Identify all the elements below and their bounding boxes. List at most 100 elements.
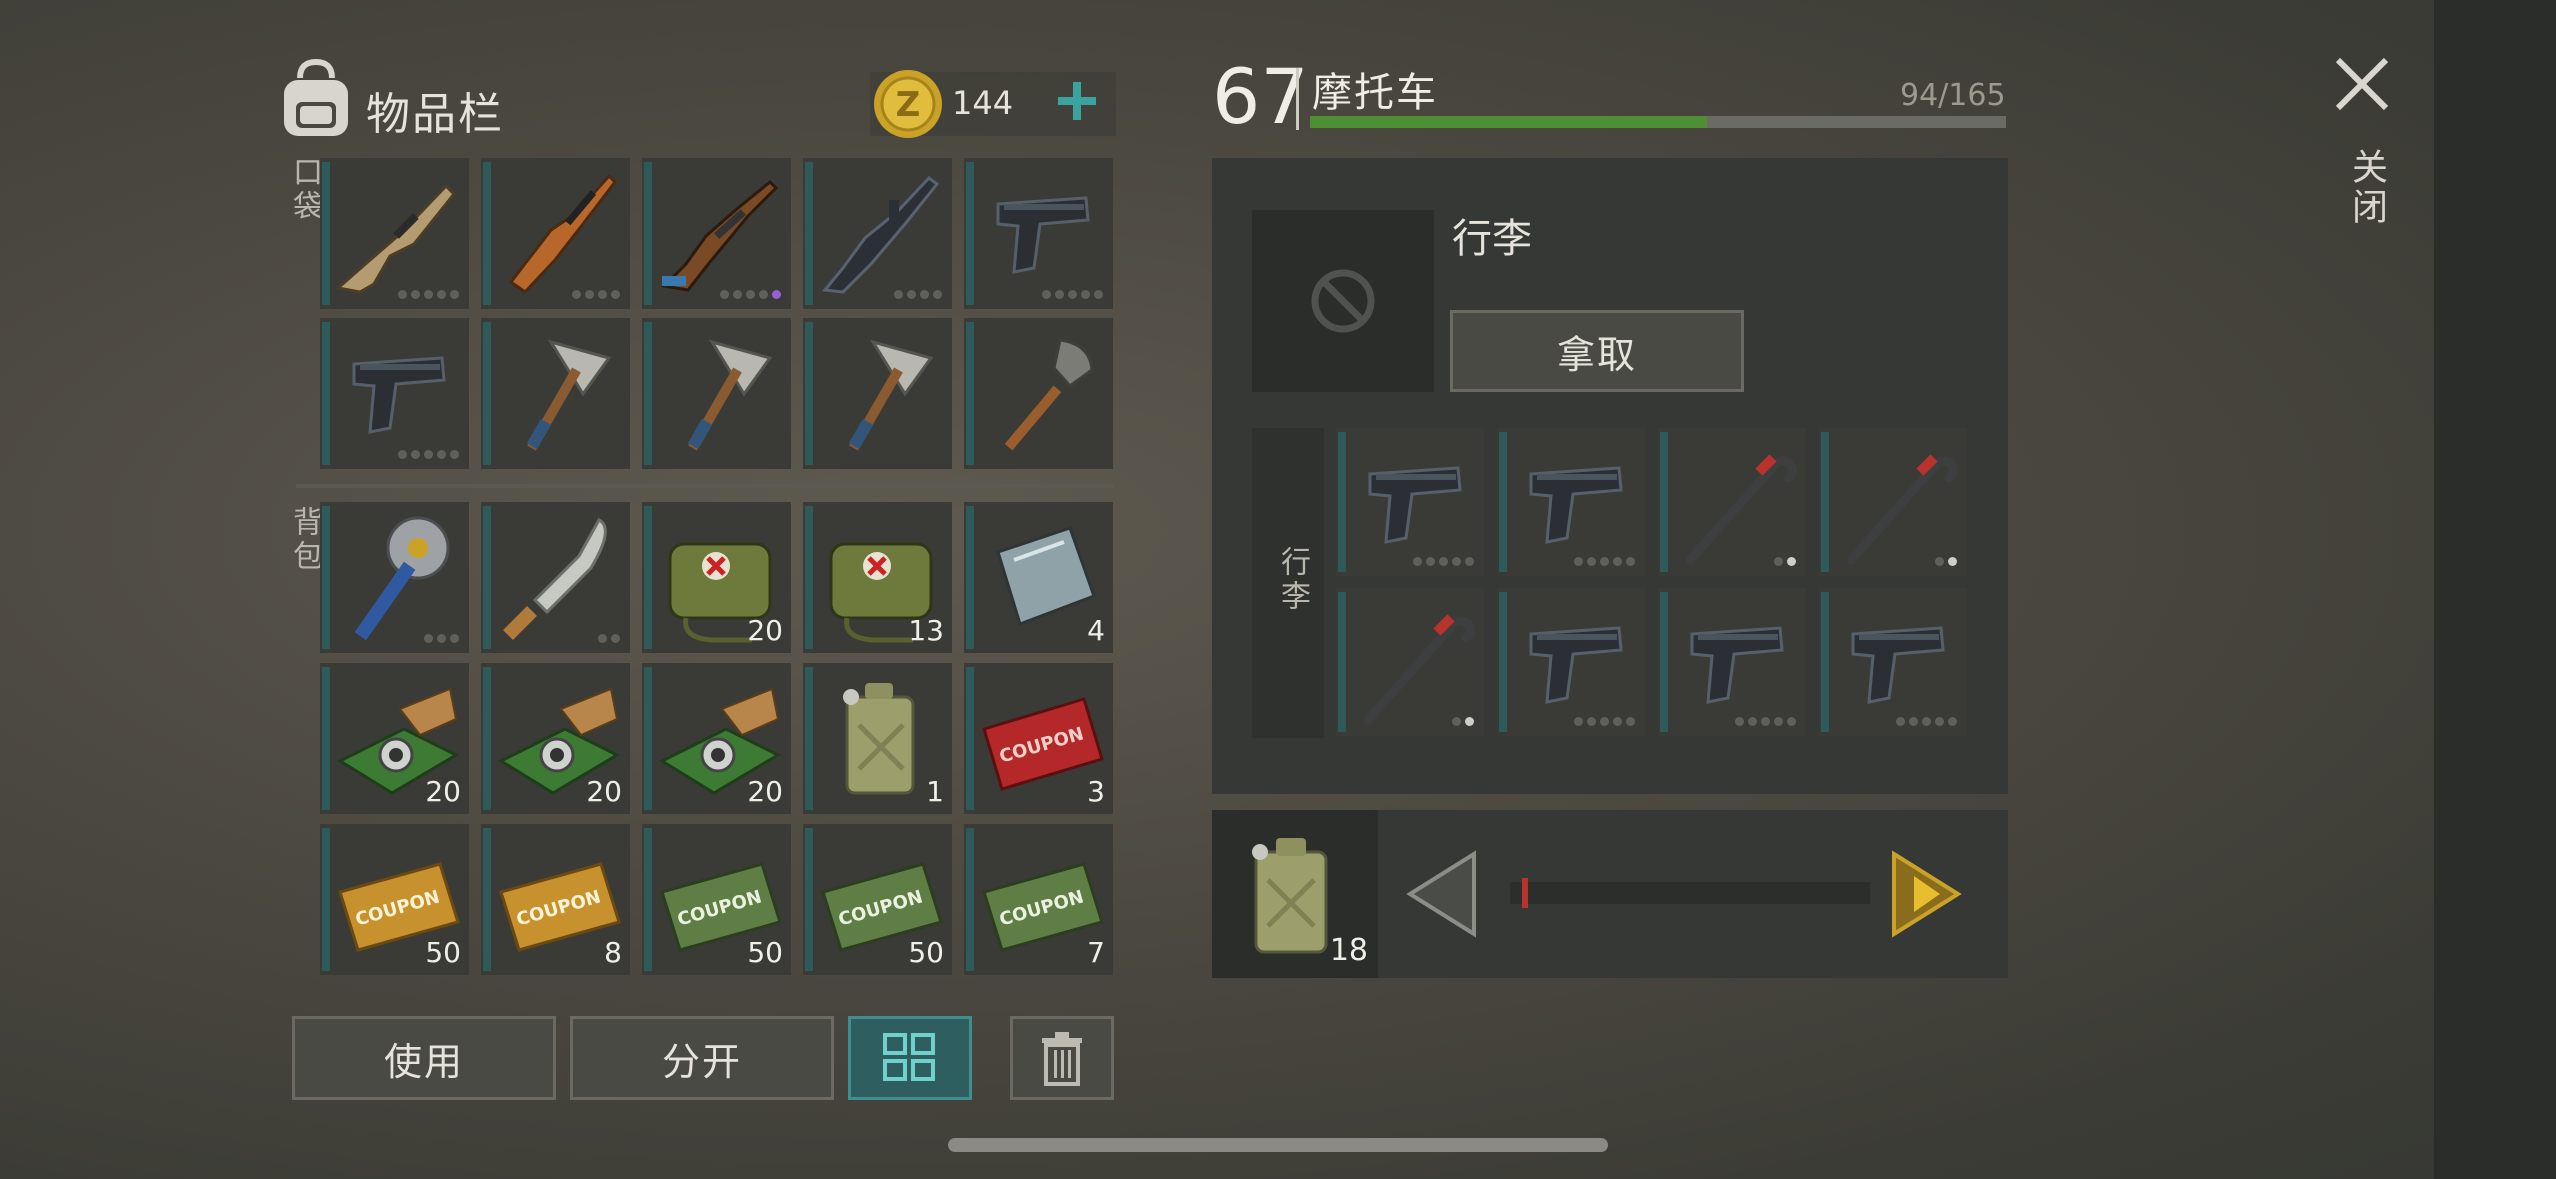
home-indicator[interactable] xyxy=(948,1138,1608,1152)
durability-dots xyxy=(598,634,620,643)
durability-dots xyxy=(1452,717,1474,726)
backpack-item-slot[interactable]: 1 xyxy=(803,663,952,814)
durability-dot xyxy=(746,290,755,299)
pocket-item-slot[interactable] xyxy=(320,158,469,309)
durability-dot xyxy=(424,450,433,459)
condition-bar xyxy=(322,322,330,465)
pocket-item-slot[interactable] xyxy=(642,318,791,469)
grid-view-icon xyxy=(883,1033,935,1081)
durability-dot xyxy=(437,450,446,459)
durability-dot xyxy=(1935,717,1944,726)
luggage-item-slot[interactable] xyxy=(1497,588,1645,736)
pocket-item-slot[interactable] xyxy=(642,158,791,309)
backpack-item-slot[interactable]: COUPON 7 xyxy=(964,824,1113,975)
backpack-item-slot[interactable] xyxy=(320,502,469,653)
luggage-item-slot[interactable] xyxy=(1819,588,1967,736)
right-edge-strip xyxy=(2434,0,2556,1179)
durability-dot xyxy=(1042,290,1051,299)
backpack-item-slot[interactable]: 20 xyxy=(642,502,791,653)
trash-button[interactable] xyxy=(1010,1016,1114,1100)
pocket-item-slot[interactable] xyxy=(320,318,469,469)
condition-bar xyxy=(1499,592,1507,732)
close-icon[interactable] xyxy=(2330,52,2394,116)
condition-bar xyxy=(805,322,813,465)
item-count: 7 xyxy=(1087,936,1105,969)
condition-bar xyxy=(483,506,491,649)
pocket-item-slot[interactable] xyxy=(481,318,630,469)
backpack-item-slot[interactable]: 20 xyxy=(320,663,469,814)
durability-dot xyxy=(1774,717,1783,726)
crowbar-icon xyxy=(1685,454,1798,565)
durability-dot xyxy=(1613,717,1622,726)
backpack-item-slot[interactable]: 20 xyxy=(642,663,791,814)
durability-dot xyxy=(1094,290,1103,299)
backpack-item-slot[interactable] xyxy=(481,502,630,653)
backpack-item-slot[interactable]: COUPON 50 xyxy=(803,824,952,975)
vehicle-name: 摩托车 xyxy=(1312,70,1438,116)
quantity-slider[interactable] xyxy=(1510,882,1870,904)
durability-dots xyxy=(1042,290,1103,299)
durability-dot xyxy=(1787,717,1796,726)
durability-dots xyxy=(1735,717,1796,726)
crowbar-icon xyxy=(1846,454,1959,565)
transfer-item-slot[interactable]: 18 xyxy=(1212,810,1378,978)
split-button[interactable]: 分开 xyxy=(570,1016,834,1100)
grid-view-button[interactable] xyxy=(848,1016,972,1100)
take-button[interactable]: 拿取 xyxy=(1450,310,1744,392)
durability-dot xyxy=(1922,717,1931,726)
pistol-icon xyxy=(1529,626,1623,704)
backpack-item-slot[interactable]: 20 xyxy=(481,663,630,814)
condition-bar xyxy=(322,828,330,971)
durability-dot xyxy=(894,290,903,299)
pistol-icon xyxy=(352,356,446,434)
pistol-icon xyxy=(1851,626,1945,704)
condition-bar xyxy=(1821,592,1829,732)
item-count: 20 xyxy=(425,775,461,808)
luggage-item-slot[interactable] xyxy=(1336,428,1484,576)
durability-dot xyxy=(720,290,729,299)
durability-dot xyxy=(585,290,594,299)
add-coins-button[interactable] xyxy=(1052,76,1102,126)
backpack-item-slot[interactable]: COUPON 50 xyxy=(320,824,469,975)
backpack-item-slot[interactable]: COUPON 50 xyxy=(642,824,791,975)
crowbar-icon xyxy=(1363,614,1476,725)
durability-dot xyxy=(1081,290,1090,299)
slider-thumb[interactable] xyxy=(1522,878,1528,908)
section-divider xyxy=(296,484,1114,488)
durability-dots xyxy=(398,290,459,299)
pistol-icon xyxy=(1529,466,1623,544)
condition-bar xyxy=(644,667,652,810)
luggage-item-slot[interactable] xyxy=(1819,428,1967,576)
condition-bar xyxy=(644,828,652,971)
durability-dots xyxy=(1774,557,1796,566)
backpack-item-slot[interactable]: 4 xyxy=(964,502,1113,653)
pickaxe-icon xyxy=(848,339,934,451)
luggage-item-slot[interactable] xyxy=(1658,588,1806,736)
scar-rifle-icon xyxy=(334,183,457,294)
pocket-item-slot[interactable] xyxy=(803,318,952,469)
backpack-item-slot[interactable]: COUPON 3 xyxy=(964,663,1113,814)
close-label[interactable]: 关闭 xyxy=(2340,148,2392,228)
pocket-item-slot[interactable] xyxy=(964,318,1113,469)
luggage-item-slot[interactable] xyxy=(1336,588,1484,736)
durability-dot xyxy=(1465,717,1474,726)
decrease-arrow-button[interactable] xyxy=(1404,850,1480,938)
pocket-item-slot[interactable] xyxy=(964,158,1113,309)
luggage-item-slot[interactable] xyxy=(1658,428,1806,576)
luggage-item-slot[interactable] xyxy=(1497,428,1645,576)
pocket-item-slot[interactable] xyxy=(481,158,630,309)
durability-dot xyxy=(1574,557,1583,566)
increase-arrow-button[interactable] xyxy=(1888,850,1964,938)
pocket-item-slot[interactable] xyxy=(803,158,952,309)
backpack-item-slot[interactable]: 13 xyxy=(803,502,952,653)
durability-dots xyxy=(720,290,781,299)
use-button[interactable]: 使用 xyxy=(292,1016,556,1100)
item-count: 13 xyxy=(908,614,944,647)
backpack-item-slot[interactable]: COUPON 8 xyxy=(481,824,630,975)
durability-dot xyxy=(907,290,916,299)
item-count: 50 xyxy=(908,936,944,969)
empty-ban-icon xyxy=(1311,269,1375,333)
condition-bar xyxy=(805,162,813,305)
condition-bar xyxy=(322,667,330,810)
durability-dots xyxy=(398,450,459,459)
